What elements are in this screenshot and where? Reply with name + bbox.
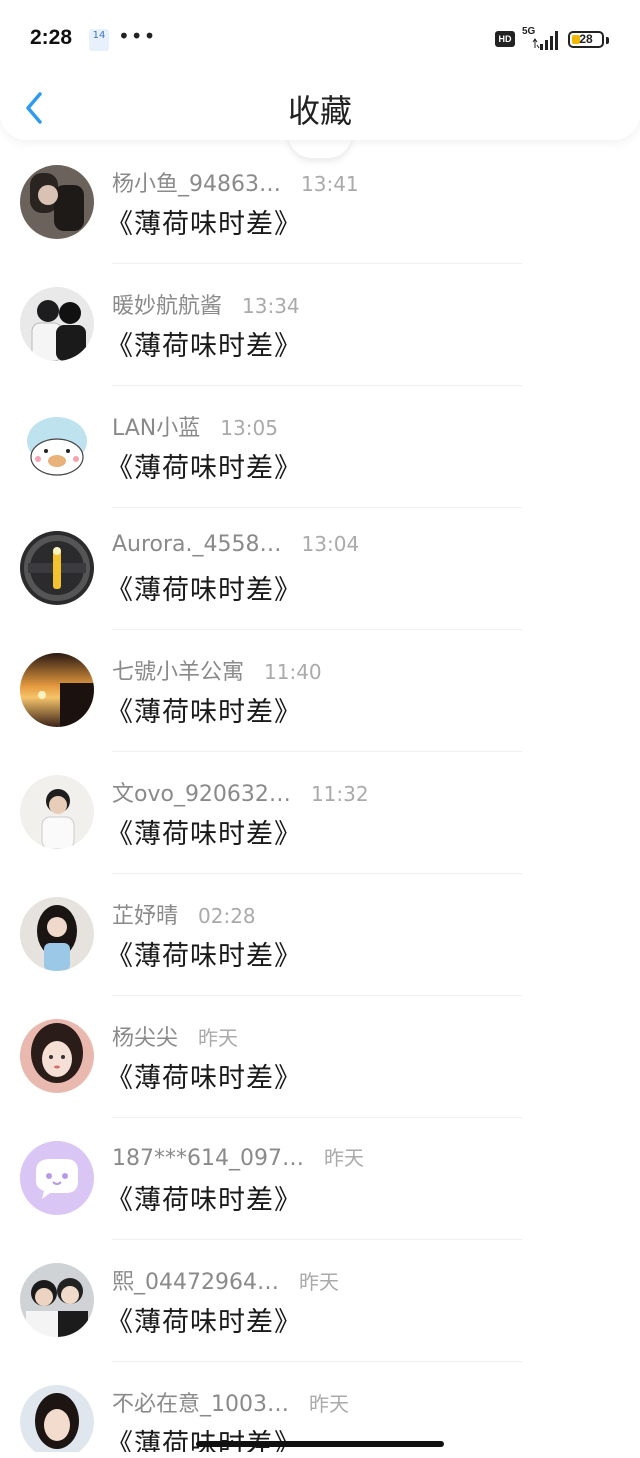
message-preview: 《薄荷味时差》 <box>106 1307 302 1338</box>
user-name: 文ovo_920632… <box>112 782 291 807</box>
list-item[interactable]: 杨小鱼_94863… 13:41 《薄荷味时差》 <box>0 142 640 264</box>
avatar <box>20 1385 94 1452</box>
user-name: Aurora._4558… <box>112 532 282 557</box>
user-name: 杨小鱼_94863… <box>112 172 281 197</box>
avatar <box>20 653 94 727</box>
list-item[interactable]: 熙_04472964… 昨天 《薄荷味时差》 <box>0 1240 640 1362</box>
avatar <box>20 897 94 971</box>
user-name: 不必在意_1003… <box>112 1392 289 1417</box>
list-item[interactable]: Aurora._4558… 13:04 《薄荷味时差》 <box>0 508 640 630</box>
status-bar: 2:28 14 ••• HD 5G 28 <box>0 20 640 60</box>
timestamp: 昨天 <box>198 1026 239 1050</box>
list-item[interactable]: 187***614_097… 昨天 《薄荷味时差》 <box>0 1118 640 1240</box>
top-header: 2:28 14 ••• HD 5G 28 收藏 <box>0 0 640 140</box>
message-preview: 《薄荷味时差》 <box>106 453 302 484</box>
user-name: 187***614_097… <box>112 1146 304 1171</box>
timestamp: 13:34 <box>242 294 300 318</box>
battery-tip <box>606 37 609 44</box>
user-name: 芷妤晴 <box>112 904 179 929</box>
timestamp: 13:04 <box>301 532 360 556</box>
timestamp: 11:32 <box>310 782 369 806</box>
message-preview: 《薄荷味时差》 <box>106 209 302 240</box>
user-name: LAN小蓝 <box>112 416 201 441</box>
user-name: 七號小羊公寓 <box>112 660 245 685</box>
battery-level: 28 <box>579 32 593 46</box>
list-item[interactable]: 文ovo_920632… 11:32 《薄荷味时差》 <box>0 752 640 874</box>
timestamp: 02:28 <box>198 904 256 928</box>
avatar <box>20 531 94 605</box>
hd-icon: HD <box>495 31 515 47</box>
timestamp: 昨天 <box>323 1146 364 1170</box>
avatar <box>20 775 94 849</box>
status-time: 2:28 <box>30 26 73 49</box>
message-preview: 《薄荷味时差》 <box>106 819 302 850</box>
page-title: 收藏 <box>287 92 352 130</box>
timestamp: 13:05 <box>220 416 278 440</box>
timestamp: 昨天 <box>309 1392 349 1416</box>
list-item[interactable]: 七號小羊公寓 11:40 《薄荷味时差》 <box>0 630 640 752</box>
avatar <box>20 1019 94 1093</box>
home-indicator[interactable] <box>196 1441 444 1447</box>
calendar-badge-icon: 14 <box>89 29 109 51</box>
favorites-list: 杨小鱼_94863… 13:41 《薄荷味时差》 暖妙航航酱 13:34 《薄荷味时… <box>0 142 640 1452</box>
message-preview: 《薄荷味时差》 <box>106 697 302 728</box>
avatar <box>20 287 94 361</box>
user-name: 暖妙航航酱 <box>112 294 223 319</box>
message-preview: 《薄荷味时差》 <box>106 1422 302 1452</box>
avatar <box>20 409 94 483</box>
list-item[interactable]: 不必在意_1003… 昨天 《薄荷味时差》 <box>0 1362 640 1452</box>
message-preview: 《薄荷味时差》 <box>106 331 302 362</box>
timestamp: 13:41 <box>301 172 359 196</box>
message-preview: 《薄荷味时差》 <box>106 575 302 606</box>
message-preview: 《薄荷味时差》 <box>106 1063 302 1094</box>
message-preview: 《薄荷味时差》 <box>106 1185 302 1216</box>
user-name: 熙_04472964… <box>112 1270 279 1295</box>
avatar <box>20 1263 94 1337</box>
timestamp: 昨天 <box>298 1270 339 1294</box>
list-item[interactable]: 暖妙航航酱 13:34 《薄荷味时差》 <box>0 264 640 386</box>
more-notifications-icon: ••• <box>118 24 157 48</box>
message-preview: 《薄荷味时差》 <box>106 941 302 972</box>
user-name: 杨尖尖 <box>112 1026 179 1051</box>
signal-icon <box>532 31 558 50</box>
list-item[interactable]: LAN小蓝 13:05 《薄荷味时差》 <box>0 386 640 508</box>
list-item[interactable]: 杨尖尖 昨天 《薄荷味时差》 <box>0 996 640 1118</box>
avatar <box>20 1141 94 1215</box>
list-item[interactable]: 芷妤晴 02:28 《薄荷味时差》 <box>0 874 640 996</box>
battery-icon: 28 <box>568 31 604 48</box>
avatar <box>20 165 94 239</box>
timestamp: 11:40 <box>264 660 322 684</box>
